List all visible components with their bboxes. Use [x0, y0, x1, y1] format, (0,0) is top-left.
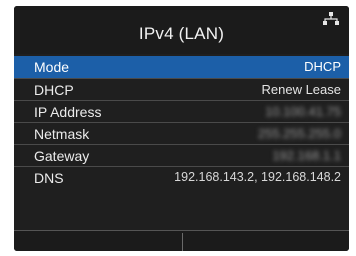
menu-item-mode[interactable]: Mode DHCP	[14, 56, 349, 78]
menu-item-dns[interactable]: DNS 192.168.143.2, 192.168.148.2	[14, 166, 349, 188]
left-softkey[interactable]	[14, 231, 182, 251]
menu-item-dhcp[interactable]: DHCP Renew Lease	[14, 78, 349, 100]
menu-item-value: 10.100.41.75	[265, 104, 341, 119]
softkey-bar	[14, 230, 349, 251]
menu-item-label: Netmask	[34, 126, 90, 142]
menu-item-value: Renew Lease	[261, 82, 342, 97]
network-icon	[323, 12, 339, 25]
menu-item-label: DHCP	[34, 82, 74, 98]
menu-item-value: 192.168.1.1	[272, 148, 341, 163]
right-softkey[interactable]	[182, 231, 350, 251]
menu-item-label: Gateway	[34, 148, 90, 164]
printer-lcd-screen: IPv4 (LAN) Mode DHCP DHCP Renew Lease IP…	[14, 6, 349, 251]
header-bar: IPv4 (LAN)	[14, 6, 349, 54]
ipv4-settings-menu: Mode DHCP DHCP Renew Lease IP Address 10…	[14, 56, 349, 188]
menu-item-value: DHCP	[304, 59, 341, 74]
menu-item-value: 255.255.255.0	[257, 126, 341, 141]
menu-item-ip-address[interactable]: IP Address 10.100.41.75	[14, 100, 349, 122]
menu-item-gateway[interactable]: Gateway 192.168.1.1	[14, 144, 349, 166]
menu-item-label: IP Address	[34, 104, 102, 120]
menu-item-label: DNS	[34, 170, 64, 186]
menu-item-netmask[interactable]: Netmask 255.255.255.0	[14, 122, 349, 144]
menu-item-label: Mode	[34, 59, 70, 75]
page-title: IPv4 (LAN)	[138, 24, 225, 43]
menu-item-value: 192.168.143.2, 192.168.148.2	[174, 170, 341, 184]
